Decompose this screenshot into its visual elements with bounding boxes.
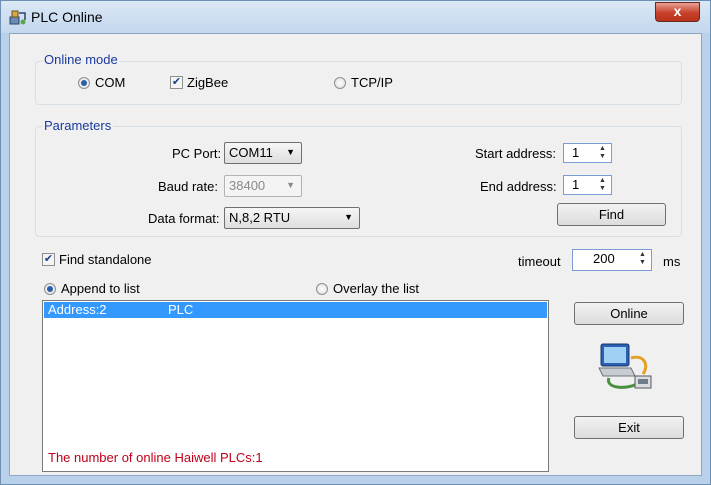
baud-rate-label: Baud rate: — [158, 179, 218, 194]
close-button[interactable]: x — [655, 2, 700, 22]
start-address-label: Start address: — [475, 146, 556, 161]
append-to-list-label: Append to list — [61, 281, 140, 296]
title-bar[interactable]: PLC Online x — [1, 1, 710, 33]
online-count-status: The number of online Haiwell PLCs:1 — [48, 450, 263, 465]
overlay-list-radio[interactable] — [316, 283, 328, 295]
find-button[interactable]: Find — [557, 203, 666, 226]
overlay-list-label: Overlay the list — [333, 281, 419, 296]
list-item-address: Address:2 — [48, 302, 107, 317]
online-button[interactable]: Online — [574, 302, 684, 325]
spin-arrows-icon[interactable]: ▲ ▼ — [635, 251, 650, 269]
chevron-down-icon: ▼ — [286, 180, 295, 190]
data-format-label: Data format: — [148, 211, 220, 226]
plc-online-window: PLC Online x Online mode COM ✔ ZigBee TC… — [0, 0, 711, 485]
results-list[interactable]: Address:2 PLC — [42, 300, 549, 472]
pc-port-value: COM11 — [229, 145, 273, 160]
end-address-spinner[interactable]: 1 ▲ ▼ — [563, 175, 612, 195]
find-standalone-label: Find standalone — [59, 252, 152, 267]
baud-rate-select[interactable]: 38400 ▼ — [224, 175, 302, 197]
timeout-value: 200 — [593, 251, 615, 266]
chevron-down-icon: ▼ — [286, 147, 295, 157]
plc-app-icon — [9, 8, 27, 26]
start-address-spinner[interactable]: 1 ▲ ▼ — [563, 143, 612, 163]
pc-port-select[interactable]: COM11 ▼ — [224, 142, 302, 164]
start-address-value: 1 — [572, 145, 580, 160]
tcpip-radio[interactable] — [334, 77, 346, 89]
window-title: PLC Online — [31, 9, 103, 25]
com-label: COM — [95, 75, 126, 90]
baud-rate-value: 38400 — [229, 178, 266, 193]
computer-connection-icon — [595, 338, 659, 397]
end-address-label: End address: — [480, 179, 557, 194]
append-to-list-radio[interactable] — [44, 283, 56, 295]
spin-arrows-icon[interactable]: ▲ ▼ — [595, 177, 610, 193]
find-standalone-checkbox[interactable]: ✔ — [42, 253, 55, 266]
data-format-select[interactable]: N,8,2 RTU ▼ — [224, 207, 360, 229]
end-address-value: 1 — [572, 177, 580, 192]
exit-button[interactable]: Exit — [574, 416, 684, 439]
dialog-client-area: Online mode COM ✔ ZigBee TCP/IP Paramete… — [9, 33, 702, 476]
tcpip-label: TCP/IP — [351, 75, 393, 90]
zigbee-label: ZigBee — [187, 75, 229, 90]
spin-arrows-icon[interactable]: ▲ ▼ — [595, 145, 610, 161]
list-item-type: PLC — [168, 302, 194, 317]
list-item[interactable]: Address:2 PLC — [44, 302, 547, 318]
parameters-legend: Parameters — [42, 118, 114, 133]
zigbee-checkbox[interactable]: ✔ — [170, 76, 183, 89]
chevron-down-icon: ▼ — [344, 212, 353, 222]
timeout-unit: ms — [663, 254, 681, 269]
com-radio[interactable] — [78, 77, 90, 89]
pc-port-label: PC Port: — [172, 146, 222, 161]
data-format-value: N,8,2 RTU — [229, 210, 291, 225]
timeout-label: timeout — [518, 254, 561, 269]
online-mode-legend: Online mode — [42, 52, 120, 67]
timeout-spinner[interactable]: 200 ▲ ▼ — [572, 249, 652, 271]
